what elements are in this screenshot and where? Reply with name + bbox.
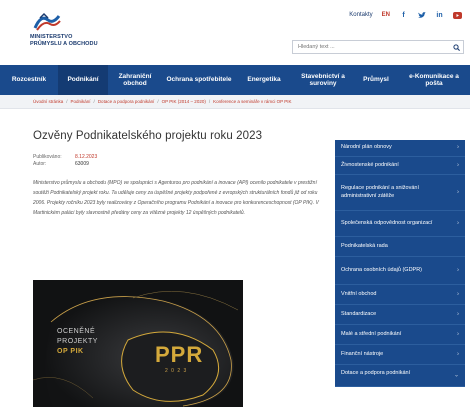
- hero-line-2: PROJEKTY: [57, 338, 98, 345]
- ppr-year: 2 0 2 3: [165, 368, 188, 374]
- breadcrumb-item-current: Konference a semináře v rámci OP PIK: [213, 99, 292, 104]
- youtube-icon-glyph: [453, 11, 462, 19]
- author-label: Autor:: [33, 161, 47, 167]
- contacts-link[interactable]: Kontakty: [349, 12, 372, 18]
- nav-item-energetika[interactable]: Energetika: [236, 65, 292, 95]
- nav-item-zahranicni-obchod[interactable]: Zahraniční obchod: [108, 65, 162, 95]
- search-box: [292, 40, 464, 54]
- sidebar-item-label: Regulace podnikání a snižování administr…: [341, 185, 419, 199]
- hero-caption: OCENĚNÉ PROJEKTY OP PIK: [57, 327, 98, 357]
- nav-item-prumysl[interactable]: Průmysl: [354, 65, 398, 95]
- site-header: MINISTERSTVO PRŮMYSLU A OBCHODU Kontakty…: [0, 0, 470, 65]
- breadcrumb-item[interactable]: Úvodní stránka: [33, 99, 63, 104]
- nav-item-podnikani[interactable]: Podnikání: [58, 65, 108, 95]
- sidebar-item-male-a-stredni-podnikani[interactable]: Malé a střední podnikání ›: [335, 325, 465, 345]
- sidebar-item-spolecenska-odpovednost[interactable]: Společenská odpovědnost organizací ›: [335, 211, 465, 237]
- chevron-right-icon: ›: [457, 290, 459, 297]
- sidebar-item-label: Společenská odpovědnost organizací: [341, 219, 433, 226]
- ministry-logo-mark: [33, 12, 61, 31]
- breadcrumb-item[interactable]: OP PIK (2014 – 2020): [162, 99, 206, 104]
- main-nav: Rozcestník Podnikání Zahraniční obchod O…: [0, 65, 470, 95]
- breadcrumb-separator: /: [93, 99, 95, 104]
- search-icon: [452, 43, 460, 51]
- article: Ozvěny Podnikatelského projektu roku 202…: [33, 130, 328, 218]
- sidebar-item-zivnostenske-podnikani[interactable]: Živnostenské podnikání ›: [335, 157, 465, 175]
- breadcrumb-separator: /: [157, 99, 159, 104]
- published-label: Publikováno:: [33, 154, 62, 160]
- nav-item-stavebnictvi[interactable]: Stavebnictví a suroviny: [292, 65, 354, 95]
- meta-published: Publikováno: 8.12.2023: [33, 154, 328, 161]
- breadcrumb-item[interactable]: Podnikání: [71, 99, 91, 104]
- chevron-right-icon: ›: [457, 330, 459, 337]
- sidebar-nav: Národní plán obnovy › Živnostenské podni…: [335, 140, 465, 387]
- chevron-down-icon: ⌄: [453, 371, 459, 378]
- page-title: Ozvěny Podnikatelského projektu roku 202…: [33, 130, 263, 142]
- hero-line-3: OP PIK: [57, 348, 84, 355]
- youtube-icon[interactable]: [453, 11, 462, 20]
- chevron-right-icon: ›: [457, 161, 459, 168]
- sidebar-item-financni-nastroje[interactable]: Finanční nástroje ›: [335, 345, 465, 365]
- ministry-logo[interactable]: MINISTERSTVO PRŮMYSLU A OBCHODU: [30, 12, 120, 52]
- sidebar-item-narodni-plan-obnovy[interactable]: Národní plán obnovy ›: [335, 140, 465, 157]
- sidebar-item-vnitrni-obchod[interactable]: Vnitřní obchod ›: [335, 285, 465, 305]
- sidebar-item-label: Živnostenské podnikání: [341, 161, 399, 168]
- sidebar-item-regulace-podnikani[interactable]: Regulace podnikání a snižování administr…: [335, 175, 465, 211]
- author-value: 63009: [75, 161, 89, 167]
- twitter-icon-glyph: [417, 11, 426, 18]
- hero-line-1: OCENĚNÉ: [57, 328, 96, 335]
- top-links: Kontakty EN f in: [349, 8, 462, 22]
- sidebar-item-label: Finanční nástroje: [341, 350, 384, 357]
- language-switch[interactable]: EN: [382, 12, 390, 18]
- nav-item-rozcestnik[interactable]: Rozcestník: [0, 65, 58, 95]
- breadcrumb-separator: /: [66, 99, 68, 104]
- chevron-right-icon: ›: [457, 219, 459, 226]
- chevron-right-icon: ›: [457, 144, 459, 151]
- facebook-icon[interactable]: f: [399, 11, 408, 20]
- search-button[interactable]: [449, 41, 463, 53]
- article-meta: Publikováno: 8.12.2023 Autor: 63009: [33, 154, 328, 168]
- sidebar-item-standardizace[interactable]: Standardizace ›: [335, 305, 465, 325]
- ppr-logo: PPR: [155, 342, 204, 367]
- ministry-logo-text: MINISTERSTVO PRŮMYSLU A OBCHODU: [30, 34, 98, 47]
- article-body: Ministerstvo průmyslu a obchodu (MPO) ve…: [33, 180, 319, 216]
- chevron-right-icon: ›: [457, 188, 459, 195]
- sidebar-item-label: Ochrana osobních údajů (GDPR): [341, 266, 423, 273]
- sidebar-item-gdpr[interactable]: Ochrana osobních údajů (GDPR) ›: [335, 257, 465, 285]
- meta-author: Autor: 63009: [33, 161, 328, 168]
- sidebar-item-dotace-a-podpora[interactable]: Dotace a podpora podnikání ⌄: [335, 365, 465, 387]
- breadcrumb: Úvodní stránka / Podnikání / Dotace a po…: [0, 95, 470, 109]
- sidebar-item-label: Standardizace: [341, 310, 377, 317]
- sidebar-item-label: Podnikatelská rada: [341, 242, 388, 249]
- twitter-icon[interactable]: [417, 11, 426, 20]
- chevron-right-icon: ›: [457, 266, 459, 273]
- chevron-right-icon: ›: [457, 310, 459, 317]
- hero-image: OCENĚNÉ PROJEKTY OP PIK PPR 2 0 2 3: [33, 280, 243, 407]
- breadcrumb-item[interactable]: Dotace a podpora podnikání: [98, 99, 155, 104]
- linkedin-icon[interactable]: in: [435, 11, 444, 20]
- published-date: 8.12.2023: [75, 154, 98, 160]
- chevron-right-icon: ›: [457, 350, 459, 357]
- sidebar-item-label: Malé a střední podnikání: [341, 330, 402, 337]
- search-input[interactable]: [293, 41, 449, 53]
- sidebar-item-label: Vnitřní obchod: [341, 290, 377, 297]
- sidebar-item-label: Národní plán obnovy: [341, 144, 392, 151]
- sidebar-item-label: Dotace a podpora podnikání: [341, 370, 411, 376]
- nav-item-ochrana-spotrebitele[interactable]: Ochrana spotřebitele: [162, 65, 236, 95]
- breadcrumb-separator: /: [208, 99, 211, 104]
- sidebar-item-podnikatelska-rada[interactable]: Podnikatelská rada: [335, 237, 465, 257]
- nav-item-e-komunikace[interactable]: e-Komunikace a pošta: [398, 65, 470, 95]
